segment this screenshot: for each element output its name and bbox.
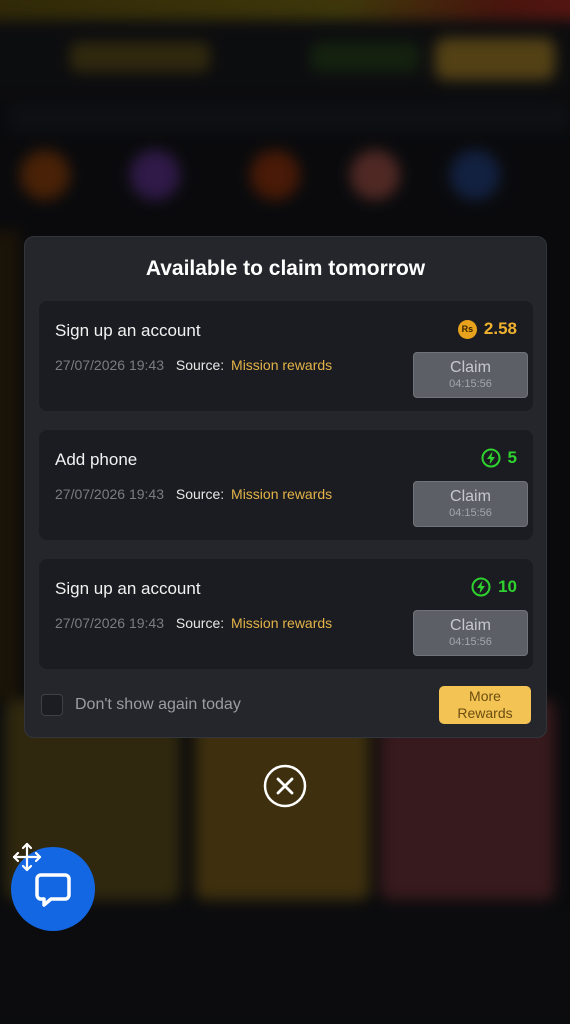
dont-show-label[interactable]: Don't show again today	[75, 696, 241, 714]
claim-timer: 04:15:56	[449, 636, 492, 648]
reward-card: Add phone 5 27/07/2026 19:43 Source: Mis…	[39, 430, 533, 540]
reward-amount: Rs 2.58	[457, 319, 517, 339]
more-rewards-button[interactable]: More Rewards	[439, 686, 531, 724]
lightning-icon	[481, 448, 501, 468]
claim-button[interactable]: Claim 04:15:56	[413, 352, 528, 398]
reward-title: Sign up an account	[55, 321, 201, 340]
modal-title: Available to claim tomorrow	[145, 257, 426, 280]
reward-amount: 5	[481, 448, 517, 468]
reward-date: 27/07/2026 19:43	[55, 615, 164, 631]
reward-date: 27/07/2026 19:43	[55, 486, 164, 502]
claim-label: Claim	[450, 359, 491, 376]
more-rewards-label-line1: More	[469, 688, 501, 704]
reward-amount: 10	[471, 577, 517, 597]
rupee-coin-icon: Rs	[457, 319, 477, 339]
close-icon	[263, 764, 307, 808]
claim-label: Claim	[450, 617, 491, 634]
source-value: Mission rewards	[231, 486, 333, 502]
lightning-icon	[471, 577, 491, 597]
reward-title: Sign up an account	[55, 579, 201, 598]
modal-footer: Don't show again today More Rewards	[25, 685, 546, 725]
reward-title: Add phone	[55, 450, 138, 469]
reward-amount-value: 2.58	[483, 319, 517, 338]
more-rewards-label-line2: Rewards	[457, 705, 513, 721]
reward-amount-value: 10	[498, 577, 517, 596]
claim-button[interactable]: Claim 04:15:56	[413, 610, 528, 656]
reward-date: 27/07/2026 19:43	[55, 357, 164, 373]
claim-button[interactable]: Claim 04:15:56	[413, 481, 528, 527]
claim-label: Claim	[450, 488, 491, 505]
chat-bubble-icon	[35, 873, 71, 907]
reward-amount-value: 5	[507, 448, 517, 467]
reward-card: Sign up an account 10 27/07/2026 19:43 S…	[39, 559, 533, 669]
claim-timer: 04:15:56	[449, 507, 492, 519]
claim-timer: 04:15:56	[449, 378, 492, 390]
claim-rewards-modal: Available to claim tomorrow Sign up an a…	[24, 236, 547, 738]
close-modal-button[interactable]	[263, 764, 307, 808]
source-label: Source:	[175, 357, 225, 373]
reward-meta: 27/07/2026 19:43 Source: Mission rewards	[55, 486, 332, 502]
source-label: Source:	[175, 486, 225, 502]
source-value: Mission rewards	[231, 615, 333, 631]
reward-meta: 27/07/2026 19:43 Source: Mission rewards	[55, 357, 332, 373]
dont-show-checkbox[interactable]	[41, 694, 63, 716]
source-value: Mission rewards	[231, 357, 333, 373]
reward-meta: 27/07/2026 19:43 Source: Mission rewards	[55, 615, 332, 631]
source-label: Source:	[175, 615, 225, 631]
move-handle-icon[interactable]	[12, 842, 42, 872]
reward-card: Sign up an account Rs 2.58 27/07/2026 19…	[39, 301, 533, 411]
